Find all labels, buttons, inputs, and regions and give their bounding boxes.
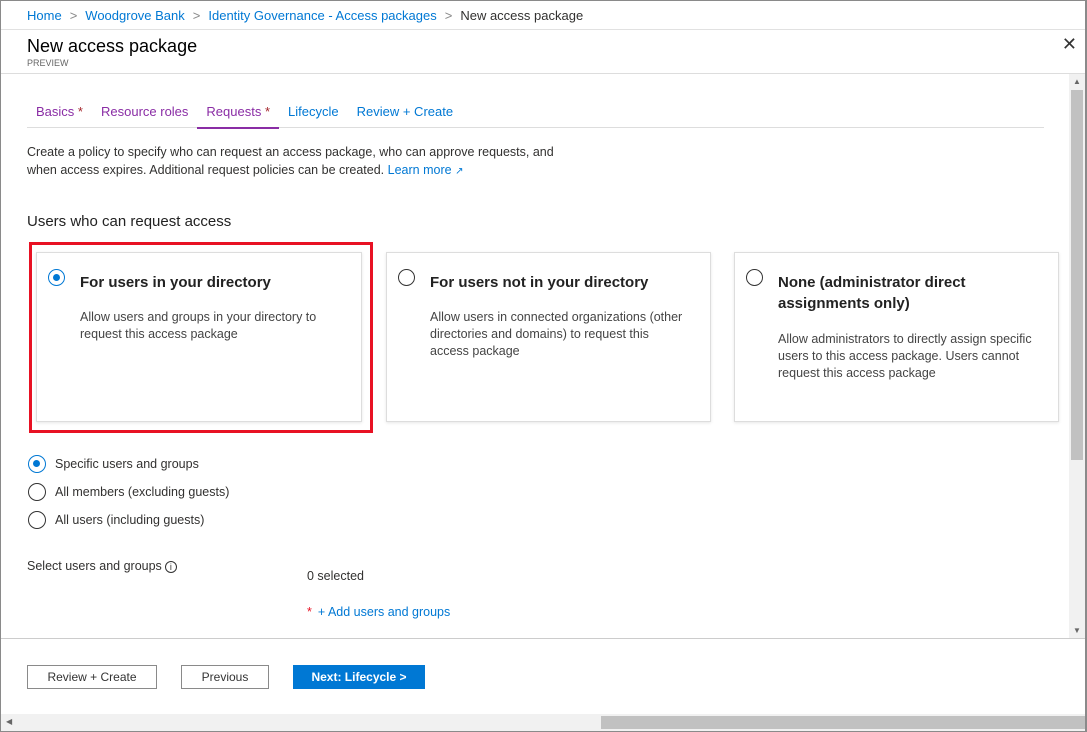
card-title: None (administrator direct assignments o…: [778, 274, 966, 312]
chevron-right-icon: >: [444, 8, 453, 23]
tab-label: Lifecycle: [288, 104, 339, 119]
learn-more-link[interactable]: Learn more ↗: [388, 163, 464, 177]
tab-label: Resource roles: [100, 104, 189, 119]
breadcrumb-current: New access package: [460, 8, 584, 23]
external-link-icon: ↗: [455, 166, 464, 177]
tab-review-create[interactable]: Review + Create: [348, 104, 462, 128]
card-users-not-in-directory[interactable]: For users not in your directory Allow us…: [386, 252, 711, 422]
radio[interactable]: [28, 483, 46, 501]
scroll-down-icon[interactable]: ▼: [1073, 626, 1081, 635]
card-text: Allow administrators to directly assign …: [778, 332, 1032, 380]
horizontal-scrollbar[interactable]: ◀: [1, 714, 1085, 731]
select-users-text: Select users and groups: [27, 559, 162, 573]
chevron-right-icon: >: [192, 8, 201, 23]
tab-resource-roles[interactable]: Resource roles: [92, 104, 197, 128]
breadcrumb-identity-governance[interactable]: Identity Governance - Access packages: [208, 8, 436, 23]
card-text: Allow users in connected organizations (…: [430, 310, 683, 358]
page-subtitle: PREVIEW: [27, 58, 69, 68]
page-title: New access package: [27, 36, 198, 56]
option-specific-users[interactable]: Specific users and groups: [28, 455, 199, 473]
tab-label: Review + Create: [356, 104, 454, 119]
required-marker: *: [77, 104, 83, 119]
option-all-users[interactable]: All users (including guests): [28, 511, 204, 529]
divider: [1, 638, 1085, 639]
required-marker: *: [264, 104, 271, 119]
scrollbar-thumb[interactable]: [1071, 90, 1083, 460]
option-label: All users (including guests): [55, 513, 205, 527]
description-text: Create a policy to specify who can reque…: [27, 145, 554, 177]
tab-label: Requests: [206, 104, 262, 119]
divider: [1, 73, 1085, 74]
tab-label: Basics: [36, 104, 75, 119]
close-icon[interactable]: ✕: [1062, 34, 1077, 55]
select-users-label: Select users and groups i: [27, 559, 177, 573]
tab-basics[interactable]: Basics *: [27, 104, 92, 128]
add-users-link[interactable]: + Add users and groups: [318, 605, 450, 619]
radio-selected[interactable]: [28, 455, 46, 473]
radio[interactable]: [746, 269, 763, 286]
next-lifecycle-button[interactable]: Next: Lifecycle >: [293, 665, 425, 689]
breadcrumb: Home > Woodgrove Bank > Identity Governanc…: [27, 8, 583, 23]
selected-count: 0 selected: [307, 569, 364, 583]
tab-requests[interactable]: Requests *: [197, 104, 279, 129]
breadcrumb-woodgrove[interactable]: Woodgrove Bank: [85, 8, 185, 23]
previous-button[interactable]: Previous: [181, 665, 269, 689]
scroll-left-icon[interactable]: ◀: [6, 717, 12, 726]
option-label: Specific users and groups: [55, 457, 199, 471]
required-marker: *: [307, 605, 312, 619]
scrollbar-thumb[interactable]: [601, 716, 1085, 729]
scroll-up-icon[interactable]: ▲: [1073, 77, 1081, 86]
divider: [1, 29, 1085, 30]
card-none-admin-direct[interactable]: None (administrator direct assignments o…: [734, 252, 1059, 422]
tab-bar: Basics * Resource roles Requests * Lifec…: [27, 104, 1044, 129]
radio[interactable]: [28, 511, 46, 529]
vertical-scrollbar[interactable]: ▲ ▼: [1069, 74, 1085, 638]
learn-more-label: Learn more: [387, 163, 452, 177]
section-title: Users who can request access: [27, 213, 232, 230]
chevron-right-icon: >: [69, 8, 78, 23]
radio[interactable]: [398, 269, 415, 286]
option-all-members[interactable]: All members (excluding guests): [28, 483, 229, 501]
highlight-box: [29, 242, 373, 433]
info-icon[interactable]: i: [164, 561, 177, 573]
option-label: All members (excluding guests): [55, 485, 230, 499]
tab-lifecycle[interactable]: Lifecycle: [279, 104, 348, 128]
card-title: For users not in your directory: [430, 274, 649, 291]
review-create-button[interactable]: Review + Create: [27, 665, 157, 689]
description: Create a policy to specify who can reque…: [27, 143, 587, 181]
add-users-row: * + Add users and groups: [307, 605, 450, 619]
breadcrumb-home[interactable]: Home: [27, 8, 62, 23]
